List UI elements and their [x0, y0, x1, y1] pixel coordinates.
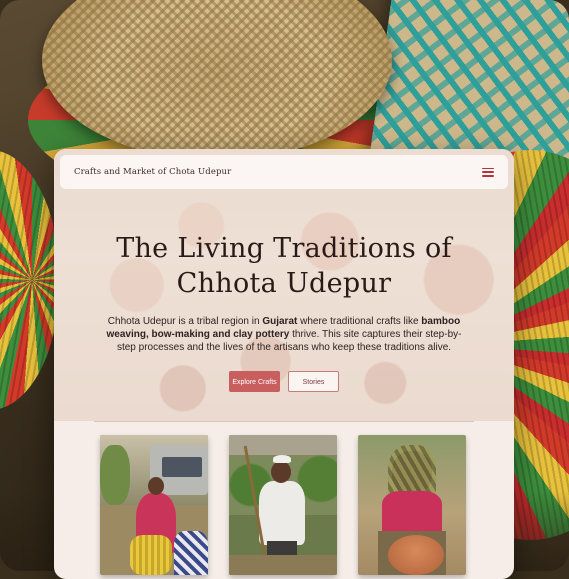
artisan-photo-bow-maker[interactable] — [229, 435, 337, 575]
hero-desc-text-1: Chhota Udepur is a tribal region in — [107, 316, 263, 327]
hero-desc-text-2: where traditional crafts like — [297, 316, 422, 327]
section-divider — [94, 421, 474, 422]
hero-desc-bold-1: Gujarat — [262, 316, 298, 327]
photo-tree — [100, 445, 130, 505]
menu-icon-bar — [482, 171, 494, 173]
photo-person-shirt — [259, 481, 305, 545]
hero-buttons: Explore Crafts Stories — [54, 371, 514, 392]
hero-description: Chhota Udepur is a tribal region in Guja… — [100, 315, 468, 354]
top-navbar: Crafts and Market of Chota Udepur — [60, 155, 508, 189]
photo-clay-pot — [388, 535, 444, 575]
menu-icon-bar — [482, 174, 494, 177]
hero-title: The Living Traditions of Chhota Udepur — [84, 231, 484, 301]
photo-ground — [229, 555, 337, 575]
photo-person-head — [148, 477, 164, 495]
colorful-basket-left — [0, 150, 60, 410]
photo-person-head — [271, 461, 291, 483]
artisan-gallery — [100, 435, 466, 579]
photo-truck-window — [162, 457, 202, 477]
hero-section: The Living Traditions of Chhota Udepur C… — [54, 149, 514, 421]
explore-crafts-button[interactable]: Explore Crafts — [229, 371, 280, 392]
artisan-photo-potter[interactable] — [358, 435, 466, 575]
hero-title-line2: Chhota Udepur — [176, 268, 392, 299]
menu-icon-bar — [482, 167, 494, 170]
stories-button[interactable]: Stories — [288, 371, 339, 392]
website-preview-card: The Living Traditions of Chhota Udepur C… — [54, 149, 514, 579]
hero-title-line1: The Living Traditions of — [116, 233, 452, 264]
site-brand[interactable]: Crafts and Market of Chota Udepur — [74, 167, 231, 177]
artisan-photo-basket-weaver[interactable] — [100, 435, 208, 575]
photo-baskets — [130, 535, 172, 575]
photo-person-cap — [273, 455, 291, 463]
hamburger-menu-icon[interactable] — [482, 167, 494, 177]
photo-person-child — [174, 531, 208, 575]
photo-person-blouse — [382, 491, 442, 535]
